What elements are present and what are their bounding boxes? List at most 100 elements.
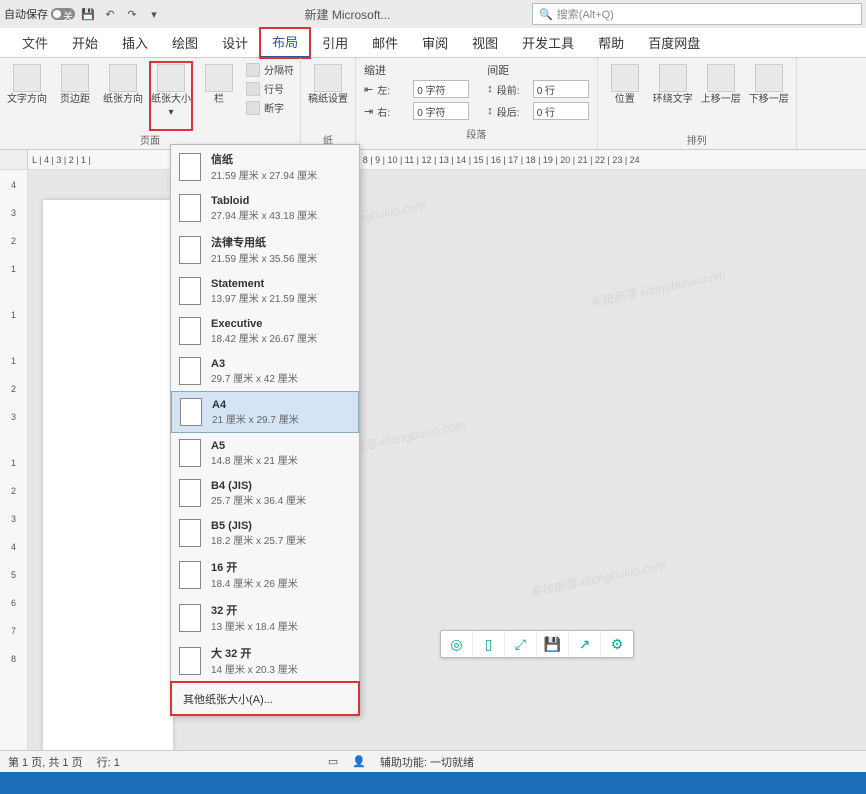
tab-design[interactable]: 设计	[210, 28, 260, 58]
paper-size-option[interactable]: 大 32 开 14 厘米 x 20.3 厘米	[171, 639, 359, 682]
paper-size-option[interactable]: B4 (JIS) 25.7 厘米 x 36.4 厘米	[171, 473, 359, 513]
paper-thumb-icon	[179, 439, 201, 467]
paper-size-option[interactable]: A5 14.8 厘米 x 21 厘米	[171, 433, 359, 473]
ft-settings-icon[interactable]: ⚙	[601, 631, 633, 657]
autosave-label: 自动保存	[4, 6, 48, 22]
paper-size-option[interactable]: Statement 13.97 厘米 x 21.59 厘米	[171, 271, 359, 311]
redo-icon[interactable]: ↷	[123, 5, 141, 23]
tab-layout[interactable]: 布局	[260, 28, 310, 58]
paper-option-dim: 21.59 厘米 x 35.56 厘米	[211, 250, 317, 265]
space-before-icon: ↕	[487, 83, 493, 95]
space-before-input[interactable]: 0 行	[533, 80, 589, 98]
paper-option-dim: 13.97 厘米 x 21.59 厘米	[211, 290, 317, 305]
tab-view[interactable]: 视图	[460, 28, 510, 58]
paper-option-dim: 29.7 厘米 x 42 厘米	[211, 370, 298, 385]
text-direction-button[interactable]: 文字方向	[6, 62, 48, 130]
breaks-button[interactable]: 分隔符	[246, 62, 294, 77]
paper-option-name: B4 (JIS)	[211, 480, 306, 492]
status-bar: 第 1 页, 共 1 页 行: 1 ▭ 👤 辅助功能: 一切就绪	[0, 750, 866, 772]
focus-mode-icon[interactable]: ▭	[328, 755, 338, 768]
paper-option-dim: 18.4 厘米 x 26 厘米	[211, 575, 298, 590]
save-icon[interactable]: 💾	[79, 5, 97, 23]
paper-thumb-icon	[179, 519, 201, 547]
group-paragraph: 缩进 ⇤左:0 字符 ⇥右:0 字符 间距 ↕段前:0 行 ↕段后:0 行 段落	[356, 58, 598, 149]
tab-dev[interactable]: 开发工具	[510, 28, 586, 58]
columns-button[interactable]: 栏	[198, 62, 240, 130]
tab-references[interactable]: 引用	[310, 28, 360, 58]
paper-size-option[interactable]: 32 开 13 厘米 x 18.4 厘米	[171, 596, 359, 639]
space-after-icon: ↕	[487, 105, 493, 117]
indent-right-input[interactable]: 0 字符	[413, 102, 469, 120]
windows-taskbar	[0, 772, 866, 794]
watermark: 系统部落 xitongbuluo.com	[588, 266, 727, 311]
paper-size-option[interactable]: 信纸 21.59 厘米 x 27.94 厘米	[171, 145, 359, 188]
paper-size-button[interactable]: 纸张大小▾	[150, 62, 192, 130]
ribbon: 文字方向 页边距 纸张方向 纸张大小▾ 栏 分隔符 行号 断字 页面 稿纸设置 …	[0, 58, 866, 150]
lines-icon	[246, 82, 260, 96]
vertical-ruler[interactable]: 4321112312345678	[0, 170, 28, 772]
paper-option-name: B5 (JIS)	[211, 520, 306, 532]
status-line[interactable]: 行: 1	[97, 754, 120, 770]
paper-option-name: A3	[211, 358, 298, 370]
paper-size-option[interactable]: B5 (JIS) 18.2 厘米 x 25.7 厘米	[171, 513, 359, 553]
paper-option-dim: 21.59 厘米 x 27.94 厘米	[211, 167, 317, 182]
ft-search-icon[interactable]: ◎	[441, 631, 473, 657]
line-numbers-button[interactable]: 行号	[246, 81, 294, 96]
paper-size-option[interactable]: 16 开 18.4 厘米 x 26 厘米	[171, 553, 359, 596]
tab-mail[interactable]: 邮件	[360, 28, 410, 58]
tab-file[interactable]: 文件	[10, 28, 60, 58]
document-page[interactable]	[43, 200, 173, 760]
margins-button[interactable]: 页边距	[54, 62, 96, 130]
paper-option-dim: 14 厘米 x 20.3 厘米	[211, 661, 298, 676]
paper-option-name: A5	[211, 440, 298, 452]
search-input[interactable]: 🔍 搜索(Alt+Q)	[532, 3, 862, 25]
paper-option-dim: 27.94 厘米 x 43.18 厘米	[211, 207, 317, 222]
arrange-group-label: 排列	[604, 132, 790, 147]
tab-draw[interactable]: 绘图	[160, 28, 210, 58]
indent-left-input[interactable]: 0 字符	[413, 80, 469, 98]
ft-save-icon[interactable]: 💾	[537, 631, 569, 657]
status-a11y[interactable]: 辅助功能: 一切就绪	[380, 754, 474, 770]
tab-baidu[interactable]: 百度网盘	[636, 28, 712, 58]
chevron-down-icon: ▾	[168, 107, 173, 118]
paper-size-option[interactable]: 法律专用纸 21.59 厘米 x 35.56 厘米	[171, 228, 359, 271]
draft-paper-button[interactable]: 稿纸设置	[307, 62, 349, 130]
paper-size-icon	[157, 64, 185, 92]
paper-size-option[interactable]: Tabloid 27.94 厘米 x 43.18 厘米	[171, 188, 359, 228]
tab-help[interactable]: 帮助	[586, 28, 636, 58]
position-icon	[611, 64, 639, 92]
hyphenation-button[interactable]: 断字	[246, 100, 294, 115]
group-arrange: 位置 环绕文字 上移一层 下移一层 排列	[598, 58, 797, 149]
ft-expand-icon[interactable]: ⤢	[505, 631, 537, 657]
tab-home[interactable]: 开始	[60, 28, 110, 58]
wrap-text-button[interactable]: 环绕文字	[652, 62, 694, 130]
paper-thumb-icon	[179, 561, 201, 589]
qat-dropdown-icon[interactable]: ▾	[145, 5, 163, 23]
orientation-button[interactable]: 纸张方向	[102, 62, 144, 130]
wrap-icon	[659, 64, 687, 92]
paper-size-option[interactable]: Executive 18.42 厘米 x 26.67 厘米	[171, 311, 359, 351]
status-page[interactable]: 第 1 页, 共 1 页	[8, 754, 83, 770]
indent-right-icon: ⇥	[364, 105, 373, 118]
paper-size-option[interactable]: A3 29.7 厘米 x 42 厘米	[171, 351, 359, 391]
paper-thumb-icon	[179, 357, 201, 385]
tab-insert[interactable]: 插入	[110, 28, 160, 58]
bring-forward-button[interactable]: 上移一层	[700, 62, 742, 130]
tab-review[interactable]: 审阅	[410, 28, 460, 58]
paper-option-name: 16 开	[211, 559, 298, 575]
undo-icon[interactable]: ↶	[101, 5, 119, 23]
paper-option-name: 信纸	[211, 151, 317, 167]
position-button[interactable]: 位置	[604, 62, 646, 130]
columns-icon	[205, 64, 233, 92]
ft-share-icon[interactable]: ↗	[569, 631, 601, 657]
autosave-toggle[interactable]: 自动保存 关	[4, 6, 75, 22]
more-paper-sizes[interactable]: 其他纸张大小(A)...	[171, 682, 359, 715]
space-after-input[interactable]: 0 行	[533, 102, 589, 120]
paper-option-name: Statement	[211, 278, 317, 290]
paper-thumb-icon	[179, 604, 201, 632]
paper-option-name: Tabloid	[211, 195, 317, 207]
workspace: 4321112312345678 系统部落 xitongbuluo.com 系统…	[0, 170, 866, 772]
send-backward-button[interactable]: 下移一层	[748, 62, 790, 130]
paper-size-option[interactable]: A4 21 厘米 x 29.7 厘米	[171, 391, 359, 433]
ft-mobile-icon[interactable]: ▯	[473, 631, 505, 657]
